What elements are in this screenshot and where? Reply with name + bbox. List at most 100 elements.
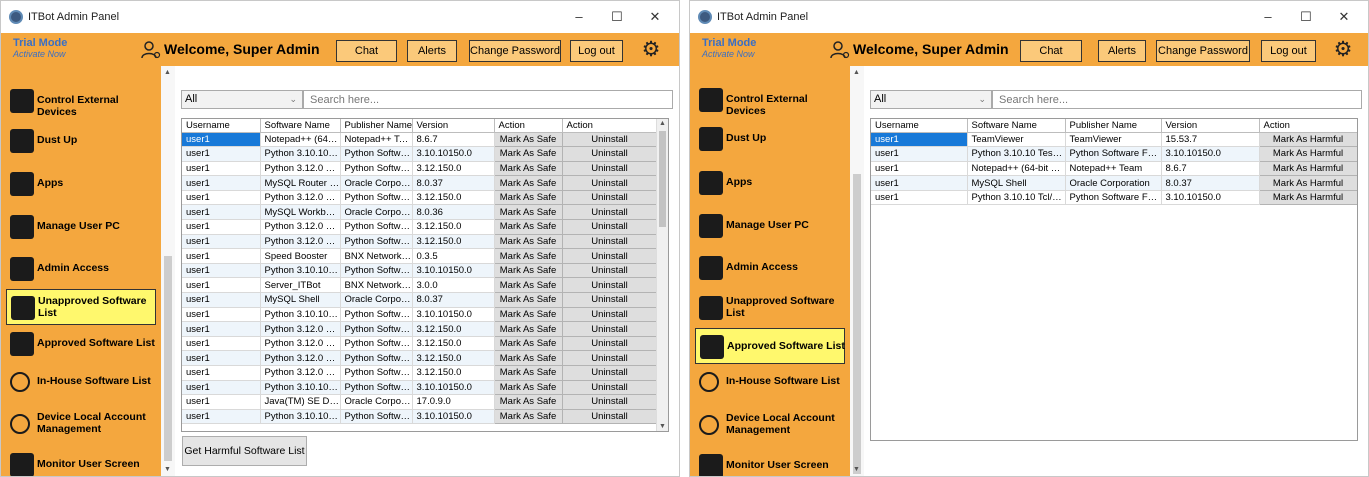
table-row[interactable]: user1Python 3.10.10 Stan...Python Softwa… <box>182 306 658 323</box>
table-scrollbar[interactable]: ▲ ▼ <box>656 119 668 431</box>
table-row[interactable]: user1MySQL ShellOracle Corporation8.0.37… <box>871 175 1357 191</box>
mark-as-safe-button[interactable]: Mark As Safe <box>493 379 563 396</box>
sidebar-scroll-thumb[interactable] <box>164 256 172 461</box>
sidebar-item-unapproved-software-list[interactable]: Unapproved Software List <box>695 290 845 326</box>
table-row[interactable]: user1Python 3.12.0 Execu...Python Softwa… <box>182 321 658 337</box>
uninstall-button[interactable]: Uninstall <box>561 292 658 308</box>
table-row[interactable]: user1Python 3.12.0 Tcl/Tk...Python Softw… <box>182 365 658 381</box>
table-row[interactable]: user1Python 3.10.10 Exec...Python Softwa… <box>182 408 658 425</box>
filter-dropdown[interactable]: All ⌄ <box>181 90 303 109</box>
table-row[interactable]: user1 TeamViewer TeamViewer 15.53.7 Mark As … <box>871 131 1357 148</box>
uninstall-button[interactable]: Uninstall <box>561 233 658 250</box>
uninstall-button[interactable]: Uninstall <box>561 306 658 323</box>
sidebar-scroll-thumb[interactable] <box>853 174 861 474</box>
chat-button[interactable]: Chat <box>336 40 397 62</box>
filter-dropdown[interactable]: All ⌄ <box>870 90 992 109</box>
mark-as-harmful-button[interactable]: Mark As Harmful <box>1258 131 1357 148</box>
column-header-software-name[interactable]: Software Name <box>967 119 1066 133</box>
mark-as-safe-button[interactable]: Mark As Safe <box>493 219 563 235</box>
scroll-down-icon[interactable]: ▼ <box>164 466 171 473</box>
uninstall-button[interactable]: Uninstall <box>561 408 658 425</box>
scroll-down-icon[interactable]: ▼ <box>853 466 860 473</box>
mark-as-safe-button[interactable]: Mark As Safe <box>493 175 563 191</box>
mark-as-safe-button[interactable]: Mark As Safe <box>493 306 563 323</box>
alerts-button[interactable]: Alerts <box>1098 40 1146 62</box>
table-row[interactable]: user1Python 3.10.10 Test ...Python Softw… <box>182 146 658 162</box>
column-header-publisher-name[interactable]: Publisher Name <box>1065 119 1162 133</box>
uninstall-button[interactable]: Uninstall <box>561 131 658 148</box>
table-scroll-thumb[interactable] <box>659 131 666 227</box>
mark-as-harmful-button[interactable]: Mark As Harmful <box>1258 175 1357 191</box>
mark-as-harmful-button[interactable]: Mark As Harmful <box>1258 160 1357 177</box>
column-header-action[interactable]: Action <box>1259 119 1357 133</box>
chat-button[interactable]: Chat <box>1020 40 1082 62</box>
uninstall-button[interactable]: Uninstall <box>561 335 658 352</box>
mark-as-safe-button[interactable]: Mark As Safe <box>493 408 563 425</box>
scroll-down-icon[interactable]: ▼ <box>659 423 666 430</box>
change-password-button[interactable]: Change Password <box>469 40 561 62</box>
get-harmful-software-list-button[interactable]: Get Harmful Software List <box>182 436 307 466</box>
logout-button[interactable]: Log out <box>1261 40 1316 62</box>
uninstall-button[interactable]: Uninstall <box>561 189 658 206</box>
sidebar-item-monitor-user-screen[interactable]: Monitor User Screen <box>695 448 845 476</box>
search-input[interactable] <box>303 90 673 109</box>
uninstall-button[interactable]: Uninstall <box>561 160 658 177</box>
mark-as-safe-button[interactable]: Mark As Safe <box>493 335 563 352</box>
mark-as-harmful-button[interactable]: Mark As Harmful <box>1258 146 1357 162</box>
change-password-button[interactable]: Change Password <box>1156 40 1250 62</box>
sidebar-item-approved-software-list[interactable]: Approved Software List <box>6 326 156 362</box>
scroll-up-icon[interactable]: ▲ <box>853 69 860 76</box>
mark-as-safe-button[interactable]: Mark As Safe <box>493 160 563 177</box>
search-input[interactable] <box>992 90 1362 109</box>
settings-gear-icon[interactable]: ⚙ <box>1332 39 1354 61</box>
sidebar-item-in-house-software-list[interactable]: In-House Software List <box>695 364 845 400</box>
table-row[interactable]: user1MySQL Router 8.0Oracle Corporation8… <box>182 175 658 191</box>
table-row[interactable]: user1Python 3.12.0 Test S...Python Softw… <box>182 160 658 177</box>
sidebar-item-device-local-account-management[interactable]: Device Local Account Management <box>6 406 156 442</box>
sidebar-item-apps[interactable]: Apps <box>6 166 156 202</box>
mark-as-safe-button[interactable]: Mark As Safe <box>493 365 563 381</box>
alerts-button[interactable]: Alerts <box>407 40 457 62</box>
sidebar-item-unapproved-software-list[interactable]: Unapproved Software List <box>6 289 156 325</box>
table-row[interactable]: user1Python 3.10.10 Tcl/T...Python Softw… <box>182 262 658 279</box>
table-row[interactable]: user1Java(TM) SE Develo...Oracle Corpora… <box>182 394 658 410</box>
table-row[interactable]: user1MySQL Workbench ...Oracle Corporati… <box>182 204 658 221</box>
column-header-action-2[interactable]: Action <box>562 119 658 133</box>
table-row[interactable]: user1Notepad++ (64-bit ...Notepad++ Team… <box>182 131 658 148</box>
sidebar-item-manage-user-pc[interactable]: Manage User PC <box>6 209 156 245</box>
trial-mode-link[interactable]: Trial Mode Activate Now <box>13 38 67 60</box>
table-row[interactable]: user1Speed BoosterBNX Networks Inc0.3.5M… <box>182 248 658 264</box>
uninstall-button[interactable]: Uninstall <box>561 379 658 396</box>
uninstall-button[interactable]: Uninstall <box>561 248 658 264</box>
uninstall-button[interactable]: Uninstall <box>561 262 658 279</box>
sidebar-item-in-house-software-list[interactable]: In-House Software List <box>6 364 156 400</box>
uninstall-button[interactable]: Uninstall <box>561 365 658 381</box>
uninstall-button[interactable]: Uninstall <box>561 219 658 235</box>
mark-as-safe-button[interactable]: Mark As Safe <box>493 350 563 366</box>
logout-button[interactable]: Log out <box>570 40 623 62</box>
sidebar-item-apps[interactable]: Apps <box>695 165 845 201</box>
sidebar-item-admin-access[interactable]: Admin Access <box>695 250 845 286</box>
mark-as-harmful-button[interactable]: Mark As Harmful <box>1258 189 1357 206</box>
sidebar-item-monitor-user-screen[interactable]: Monitor User Screen <box>6 447 156 476</box>
mark-as-safe-button[interactable]: Mark As Safe <box>493 131 563 148</box>
column-header-username[interactable]: Username <box>182 119 261 133</box>
mark-as-safe-button[interactable]: Mark As Safe <box>493 204 563 221</box>
sidebar-item-dust-up[interactable]: Dust Up <box>695 121 845 157</box>
settings-gear-icon[interactable]: ⚙ <box>640 39 662 61</box>
maximize-button[interactable]: ☐ <box>603 9 631 25</box>
table-row[interactable]: user1Python 3.12.0 Stand...Python Softwa… <box>182 189 658 206</box>
column-header-version[interactable]: Version <box>1161 119 1260 133</box>
mark-as-safe-button[interactable]: Mark As Safe <box>493 233 563 250</box>
close-button[interactable]: ✕ <box>1330 9 1358 25</box>
scroll-up-icon[interactable]: ▲ <box>164 69 171 76</box>
mark-as-safe-button[interactable]: Mark As Safe <box>493 321 563 337</box>
uninstall-button[interactable]: Uninstall <box>561 204 658 221</box>
mark-as-safe-button[interactable]: Mark As Safe <box>493 262 563 279</box>
trial-mode-link[interactable]: Trial Mode Activate Now <box>702 38 756 60</box>
sidebar-item-approved-software-list[interactable]: Approved Software List <box>695 328 845 364</box>
column-header-software-name[interactable]: Software Name <box>260 119 341 133</box>
sidebar-item-device-local-account-management[interactable]: Device Local Account Management <box>695 407 845 443</box>
table-row[interactable]: user1Python 3.10.10 Tcl/Tk Sup...Python … <box>871 189 1357 206</box>
uninstall-button[interactable]: Uninstall <box>561 321 658 337</box>
